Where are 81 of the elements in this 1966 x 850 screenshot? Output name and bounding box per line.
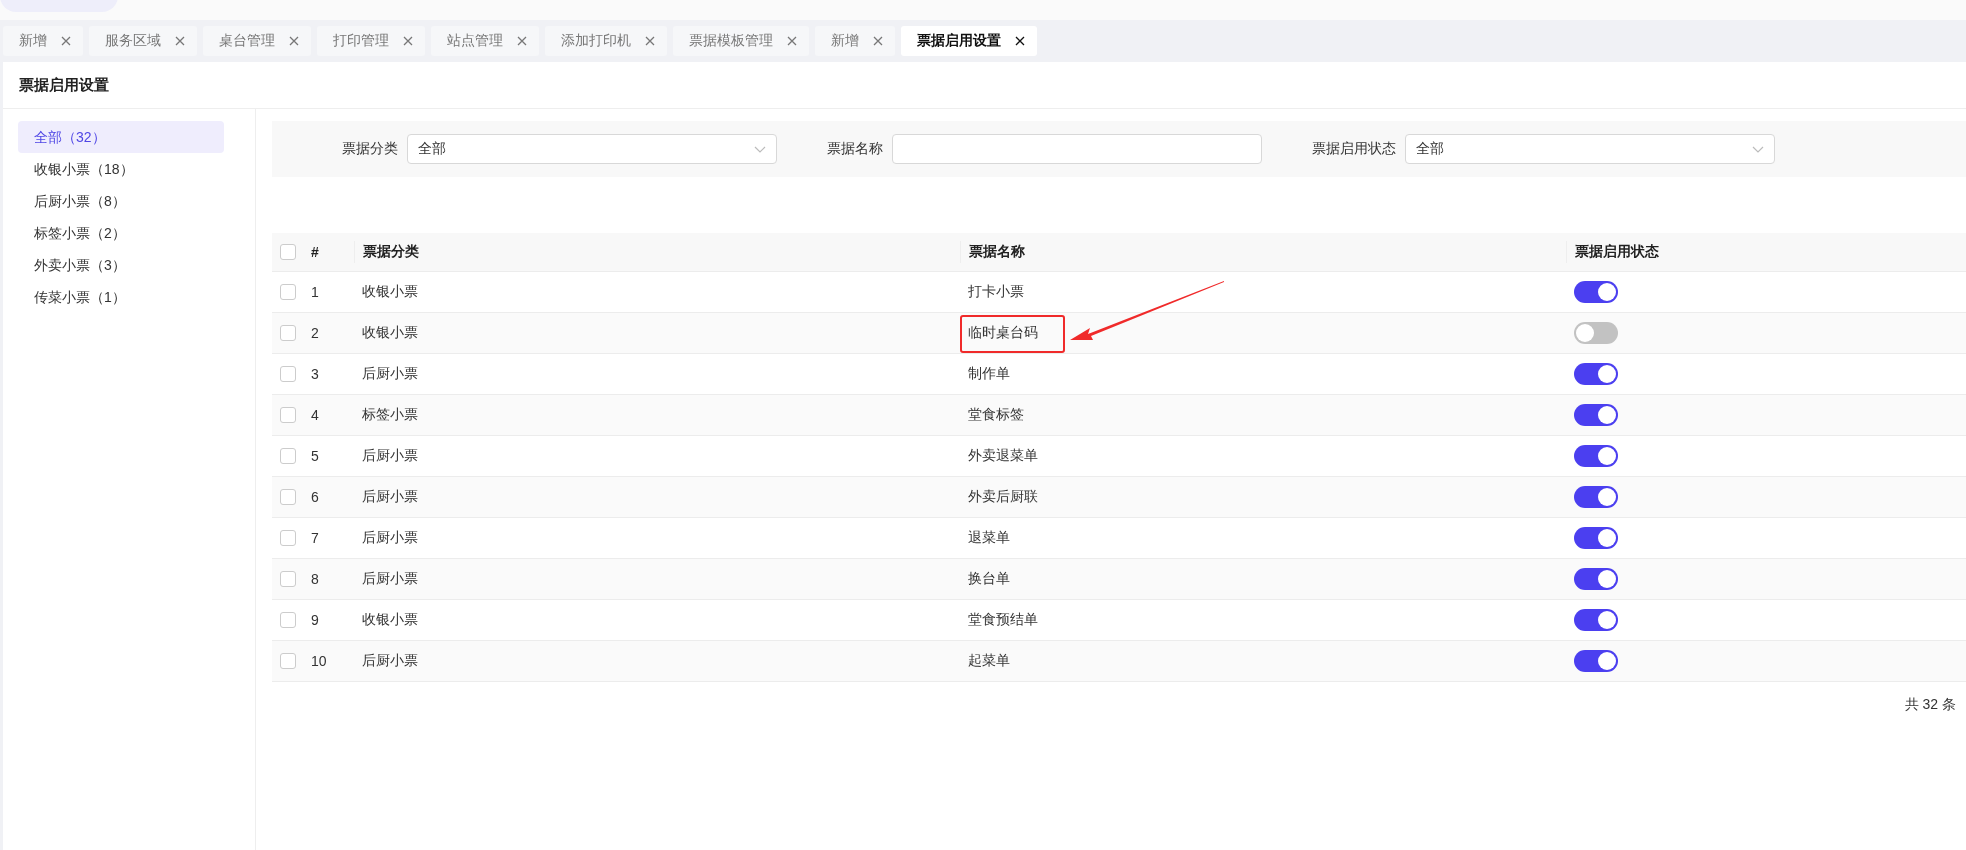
- checkbox[interactable]: [280, 612, 296, 628]
- toggle-switch[interactable]: [1574, 650, 1618, 672]
- checkbox[interactable]: [280, 244, 296, 260]
- checkbox[interactable]: [280, 325, 296, 341]
- filter-label: 票据名称: [827, 140, 883, 158]
- table-cell: 后厨小票: [362, 529, 418, 545]
- sidebar-item[interactable]: 标签小票（2）: [18, 217, 224, 249]
- table-cell: 退菜单: [968, 529, 1010, 545]
- table-cell: 制作单: [968, 365, 1010, 381]
- table-cell: 标签小票: [362, 406, 418, 422]
- tab[interactable]: 新增: [815, 26, 895, 56]
- table-cell: 起菜单: [968, 652, 1010, 668]
- table-cell: 收银小票: [362, 324, 418, 340]
- table-cell: 6: [311, 489, 319, 505]
- tab[interactable]: 桌台管理: [203, 26, 311, 56]
- tab[interactable]: 添加打印机: [545, 26, 667, 56]
- tab[interactable]: 服务区域: [89, 26, 197, 56]
- tab[interactable]: 新增: [3, 26, 83, 56]
- table-cell: 7: [311, 530, 319, 546]
- table-cell: 后厨小票: [362, 652, 418, 668]
- sidebar-item[interactable]: 收银小票（18）: [18, 153, 224, 185]
- tab[interactable]: 站点管理: [431, 26, 539, 56]
- table-cell: 2: [311, 325, 319, 341]
- close-icon[interactable]: [1015, 36, 1025, 46]
- sidebar-item[interactable]: 全部（32）: [18, 121, 224, 153]
- toggle-switch[interactable]: [1574, 445, 1618, 467]
- table-cell: 换台单: [968, 570, 1010, 586]
- checkbox[interactable]: [280, 571, 296, 587]
- table-cell: 9: [311, 612, 319, 628]
- table-cell: 8: [311, 571, 319, 587]
- checkbox[interactable]: [280, 653, 296, 669]
- tab[interactable]: 票据模板管理: [673, 26, 809, 56]
- input-field[interactable]: [892, 134, 1262, 164]
- toggle-switch[interactable]: [1574, 281, 1618, 303]
- sidebar-item[interactable]: 后厨小票（8）: [18, 185, 224, 217]
- checkbox[interactable]: [280, 489, 296, 505]
- column-header: 票据分类: [363, 243, 419, 261]
- filter-label: 票据分类: [342, 140, 398, 158]
- toggle-switch[interactable]: [1574, 609, 1618, 631]
- table-cell: 后厨小票: [362, 488, 418, 504]
- table-cell: 收银小票: [362, 283, 418, 299]
- table-cell: 4: [311, 407, 319, 423]
- table-cell: 外卖后厨联: [968, 488, 1038, 504]
- checkbox[interactable]: [280, 284, 296, 300]
- table-cell: 堂食预结单: [968, 611, 1038, 627]
- table-cell: 3: [311, 366, 319, 382]
- checkbox[interactable]: [280, 366, 296, 382]
- table-cell: 后厨小票: [362, 365, 418, 381]
- checkbox[interactable]: [280, 448, 296, 464]
- select-field[interactable]: 全部: [407, 134, 777, 164]
- tab[interactable]: 票据启用设置: [901, 26, 1037, 56]
- toggle-switch[interactable]: [1574, 404, 1618, 426]
- toggle-switch[interactable]: [1574, 363, 1618, 385]
- total-count: 共 32 条: [1904, 696, 1956, 714]
- table-cell: 收银小票: [362, 611, 418, 627]
- table-cell: 后厨小票: [362, 447, 418, 463]
- chevron-down-icon: [754, 145, 766, 153]
- column-header: 票据名称: [969, 243, 1025, 261]
- sidebar-item[interactable]: 传菜小票（1）: [18, 281, 224, 313]
- sidebar-item[interactable]: 外卖小票（3）: [18, 249, 224, 281]
- table-cell: 1: [311, 284, 319, 300]
- toggle-switch[interactable]: [1574, 568, 1618, 590]
- checkbox[interactable]: [280, 407, 296, 423]
- page-title: 票据启用设置: [3, 62, 1966, 109]
- toggle-switch[interactable]: [1574, 527, 1618, 549]
- column-header: 票据启用状态: [1575, 243, 1659, 261]
- table-cell: 堂食标签: [968, 406, 1024, 422]
- table-cell: 10: [311, 653, 327, 669]
- table-cell: 打卡小票: [968, 283, 1024, 299]
- table-cell: 后厨小票: [362, 570, 418, 586]
- filter-label: 票据启用状态: [1312, 140, 1396, 158]
- select-field[interactable]: 全部: [1405, 134, 1775, 164]
- checkbox[interactable]: [280, 530, 296, 546]
- toggle-switch[interactable]: [1574, 322, 1618, 344]
- chevron-down-icon: [1752, 145, 1764, 153]
- table-cell: 临时桌台码: [968, 324, 1038, 340]
- column-header: #: [311, 244, 319, 260]
- table-cell: 5: [311, 448, 319, 464]
- table-cell: 外卖退菜单: [968, 447, 1038, 463]
- toggle-switch[interactable]: [1574, 486, 1618, 508]
- tab[interactable]: 打印管理: [317, 26, 425, 56]
